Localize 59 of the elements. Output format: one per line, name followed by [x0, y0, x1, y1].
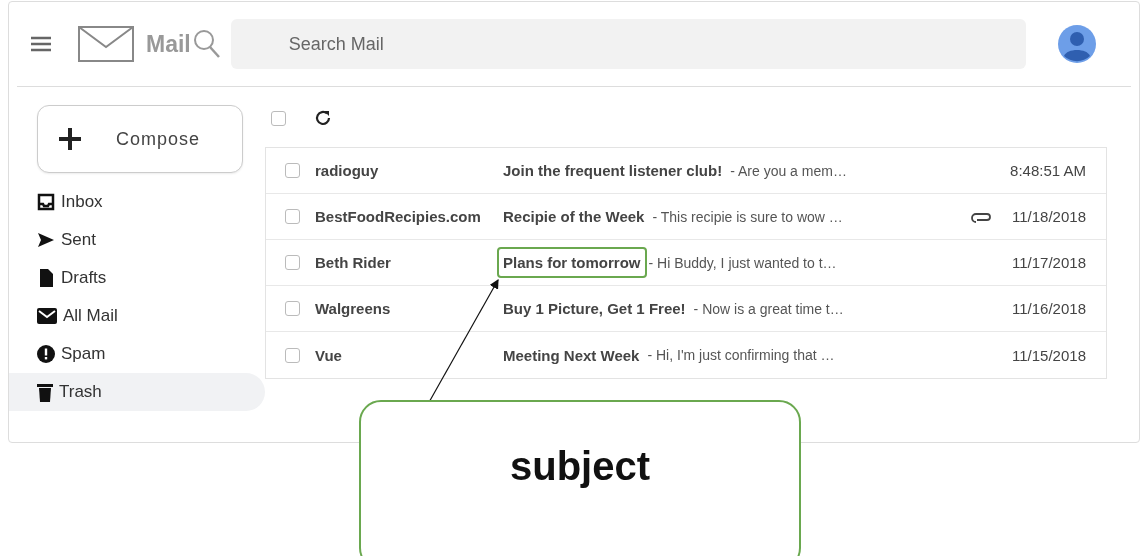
email-date: 11/17/2018 [1012, 254, 1086, 271]
inbox-icon [37, 193, 55, 211]
sidebar-item[interactable]: Drafts [9, 259, 265, 297]
email-snippet: - Are you a mem… [730, 162, 847, 179]
plus-icon [58, 127, 82, 151]
email-row[interactable]: BestFoodRecipies.com Recipie of the Week - This recipie is sure to wow … 11/18/2018 [266, 194, 1106, 240]
email-row[interactable]: Vue Meeting Next Week - Hi, I'm just confirming that … 11/15/2018 [266, 332, 1106, 378]
email-row[interactable]: Beth Rider Plans for tomorrow - Hi Buddy, I just wanted to t… 11/17/2018 [266, 240, 1106, 286]
email-sender: BestFoodRecipies.com [315, 208, 482, 225]
email-snippet: - Hi, I'm just confirming that … [647, 347, 835, 363]
email-subject: Buy 1 Picture, Get 1 Free! [502, 299, 687, 319]
email-snippet: - Hi Buddy, I just wanted to t… [648, 254, 837, 271]
email-checkbox[interactable] [285, 163, 300, 178]
email-snippet: - Now is a great time t… [693, 300, 844, 317]
sidebar-item[interactable]: Trash [9, 373, 265, 411]
email-date: 11/18/2018 [1012, 208, 1086, 225]
refresh-icon[interactable] [314, 109, 332, 127]
envelope-icon [78, 26, 134, 62]
sidebar-item[interactable]: All Mail [9, 297, 265, 335]
sidebar-label: Inbox [61, 192, 103, 212]
email-subject: Recipie of the Week [502, 207, 646, 227]
sidebar-item[interactable]: Inbox [9, 183, 265, 221]
search-icon[interactable] [192, 29, 221, 59]
app-name: Mail [146, 30, 191, 58]
email-sender: Walgreens [315, 300, 392, 317]
select-all-checkbox[interactable] [271, 110, 286, 126]
email-checkbox[interactable] [285, 301, 300, 316]
email-checkbox[interactable] [285, 347, 300, 363]
compose-button[interactable]: Compose [37, 105, 243, 173]
email-date: 8:48:51 AM [1010, 162, 1086, 179]
envelope-icon [37, 308, 57, 324]
trash-icon [37, 382, 53, 402]
email-date: 11/16/2018 [1012, 300, 1086, 317]
exclamation-icon [37, 345, 55, 363]
sidebar-label: Drafts [61, 268, 107, 288]
email-subject: Plans for tomorrow [497, 247, 647, 278]
annotation-label: subject [509, 444, 650, 490]
avatar-icon[interactable] [1057, 25, 1096, 63]
sidebar-item[interactable]: Sent [9, 221, 265, 259]
email-snippet: - This recipie is sure to wow … [652, 208, 843, 225]
document-icon [37, 268, 55, 288]
sidebar-label: Spam [61, 344, 106, 364]
sidebar-label: All Mail [63, 306, 118, 326]
email-sender: radioguy [315, 162, 380, 179]
email-row[interactable]: Walgreens Buy 1 Picture, Get 1 Free! - Now is a great time t… 11/16/2018 [266, 286, 1106, 332]
email-sender: Beth Rider [315, 254, 392, 271]
email-subject: Join the frequent listener club! [502, 161, 724, 181]
email-sender: Vue [315, 346, 343, 364]
send-icon [37, 231, 55, 249]
email-date: 11/15/2018 [1012, 346, 1086, 364]
email-checkbox[interactable] [285, 255, 300, 270]
sidebar-label: Trash [59, 382, 102, 402]
search-field[interactable]: Search Mail [230, 19, 1026, 69]
sidebar-label: Sent [61, 230, 96, 250]
email-checkbox[interactable] [285, 209, 300, 224]
sidebar-item[interactable]: Spam [9, 335, 265, 373]
email-subject: Meeting Next Week [502, 345, 641, 366]
menu-icon[interactable] [31, 36, 51, 52]
email-row[interactable]: radioguy Join the frequent listener club! - Are you a mem… 8:48:51 AM [266, 148, 1106, 194]
